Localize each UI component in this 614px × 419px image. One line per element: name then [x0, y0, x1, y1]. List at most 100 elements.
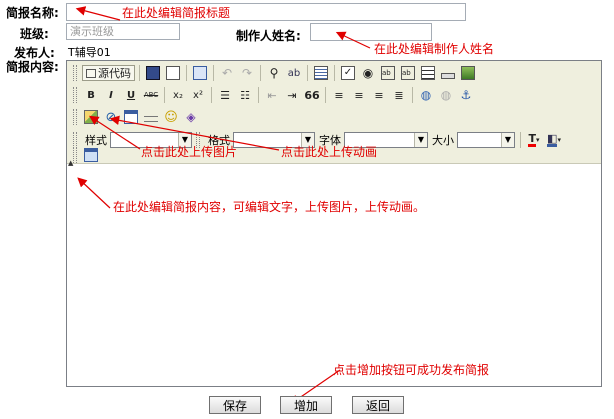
- image-button-field[interactable]: [459, 64, 477, 82]
- link-button[interactable]: ◍: [417, 86, 435, 104]
- add-button[interactable]: 增加: [280, 396, 332, 414]
- align-right-button[interactable]: ≡: [370, 86, 388, 104]
- smiley-button[interactable]: ☺: [162, 108, 180, 126]
- floppy-icon: [146, 66, 160, 80]
- smiley-icon: ☺: [164, 109, 178, 125]
- save-button[interactable]: 保存: [209, 396, 261, 414]
- author-input[interactable]: [310, 23, 432, 41]
- horizontal-rule-button[interactable]: [142, 108, 160, 126]
- bg-color-button[interactable]: ◧ ▾: [545, 131, 563, 149]
- size-select[interactable]: ▼: [457, 132, 515, 148]
- annotation-content: 在此处编辑简报内容，可编辑文字，上传图片，上传动画。: [113, 200, 426, 214]
- size-label: 大小: [432, 134, 454, 147]
- flash-upload-button[interactable]: ⊘: [102, 108, 120, 126]
- align-justify-icon: ≣: [394, 88, 404, 102]
- button-field-icon: [441, 72, 455, 79]
- textarea-button[interactable]: ab: [399, 64, 417, 82]
- globe-link-icon: ◍: [420, 88, 432, 102]
- select-field-button[interactable]: [419, 64, 437, 82]
- table-button[interactable]: [122, 108, 140, 126]
- special-char-button[interactable]: ◈: [182, 108, 200, 126]
- align-center-icon: ≡: [354, 88, 364, 102]
- outdent-button[interactable]: ⇤: [263, 86, 281, 104]
- subscript-button[interactable]: x₂: [169, 86, 187, 104]
- preview-icon: [166, 66, 180, 80]
- unordered-list-button[interactable]: ☷: [236, 86, 254, 104]
- select-all-icon: [314, 66, 328, 80]
- template-icon: [193, 66, 207, 80]
- indent-button[interactable]: ⇥: [283, 86, 301, 104]
- maximize-icon: [84, 148, 98, 162]
- superscript-button[interactable]: x²: [189, 86, 207, 104]
- replace-button[interactable]: ab: [285, 64, 303, 82]
- back-button[interactable]: 返回: [352, 396, 404, 414]
- anchor-icon: ⚓: [460, 88, 472, 102]
- class-label: 班级:: [20, 27, 49, 41]
- ordered-list-icon: ☰: [220, 88, 230, 102]
- chevron-down-icon: ▾: [536, 136, 540, 144]
- bg-color-icon: ◧: [547, 131, 558, 147]
- select-all-button[interactable]: [312, 64, 330, 82]
- bold-button[interactable]: B: [82, 86, 100, 104]
- undo-button[interactable]: ↶: [218, 64, 236, 82]
- toolbar-row-3: ⊘ ☺ ◈: [73, 106, 201, 128]
- binoculars-icon: ⚲: [269, 66, 279, 80]
- maximize-button[interactable]: [82, 146, 100, 164]
- annotation-upload-image: 点击此处上传图片: [141, 145, 238, 159]
- redo-button[interactable]: ↷: [238, 64, 256, 82]
- unordered-list-icon: ☷: [240, 88, 250, 102]
- anchor-button[interactable]: ⚓: [457, 86, 475, 104]
- align-left-button[interactable]: ≡: [330, 86, 348, 104]
- redo-icon: ↷: [241, 66, 253, 80]
- title-label: 简报名称:: [6, 6, 59, 20]
- collapse-triangle-icon: ▲: [68, 159, 74, 167]
- toolbar-row-1: 源代码 ↶ ↷ ⚲ ab ✓ ◉ ab ab: [73, 62, 478, 84]
- align-justify-button[interactable]: ≣: [390, 86, 408, 104]
- class-input[interactable]: [66, 23, 180, 40]
- replace-icon: ab: [287, 67, 301, 79]
- align-right-icon: ≡: [374, 88, 384, 102]
- image-icon: [84, 110, 98, 124]
- align-center-button[interactable]: ≡: [350, 86, 368, 104]
- textfield-icon: ab: [381, 66, 395, 80]
- chevron-down-icon: ▼: [414, 133, 427, 147]
- rich-text-editor: 源代码 ↶ ↷ ⚲ ab ✓ ◉ ab ab B I U ABC x₂ x² ☰…: [66, 60, 602, 387]
- toolbar-row-2: B I U ABC x₂ x² ☰ ☷ ⇤ ⇥ 66 ≡ ≡ ≡ ≣ ◍ ◍ ⚓: [73, 84, 476, 106]
- select-field-icon: [421, 66, 435, 80]
- annotation-add: 点击增加按钮可成功发布简报: [333, 363, 490, 377]
- table-icon: [124, 110, 138, 124]
- preview-button[interactable]: [164, 64, 182, 82]
- outdent-icon: ⇤: [267, 88, 277, 102]
- unlink-button[interactable]: ◍: [437, 86, 455, 104]
- image-button-icon: [461, 66, 475, 80]
- special-char-icon: ◈: [186, 110, 196, 124]
- content-label: 简报内容:: [6, 60, 59, 74]
- template-button[interactable]: [191, 64, 209, 82]
- text-color-button[interactable]: T ▾: [525, 131, 543, 149]
- radio-button[interactable]: ◉: [359, 64, 377, 82]
- indent-icon: ⇥: [287, 88, 297, 102]
- italic-button[interactable]: I: [102, 86, 120, 104]
- save-doc-button[interactable]: [144, 64, 162, 82]
- find-button[interactable]: ⚲: [265, 64, 283, 82]
- action-buttons: 保存 增加 返回: [0, 396, 614, 414]
- button-field-button[interactable]: [439, 64, 457, 82]
- undo-icon: ↶: [221, 66, 233, 80]
- strikethrough-button[interactable]: ABC: [142, 86, 160, 104]
- ordered-list-button[interactable]: ☰: [216, 86, 234, 104]
- checkbox-button[interactable]: ✓: [339, 64, 357, 82]
- annotation-author: 在此处编辑制作人姓名: [374, 42, 495, 56]
- underline-button[interactable]: U: [122, 86, 140, 104]
- text-color-icon: T: [528, 131, 536, 147]
- publisher-value: T辅导01: [68, 46, 111, 59]
- image-upload-button[interactable]: [82, 108, 100, 126]
- align-left-icon: ≡: [334, 88, 344, 102]
- source-code-button[interactable]: 源代码: [82, 65, 135, 81]
- blockquote-button[interactable]: 66: [303, 86, 321, 104]
- annotation-title: 在此处编辑简报标题: [122, 6, 231, 20]
- checkbox-icon: ✓: [341, 66, 355, 80]
- textfield-button[interactable]: ab: [379, 64, 397, 82]
- annotation-upload-flash: 点击此处上传动画: [281, 145, 378, 159]
- horizontal-rule-icon: [144, 116, 158, 122]
- author-label: 制作人姓名:: [236, 29, 301, 43]
